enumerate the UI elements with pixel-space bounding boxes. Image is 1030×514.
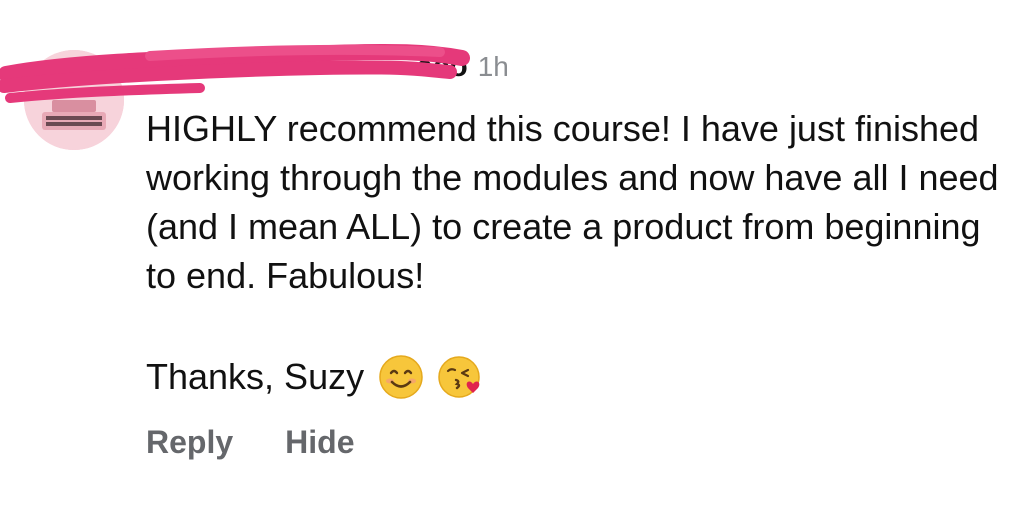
comment: eco 1h HIGHLY recommend this course! I h… [0, 0, 1030, 514]
author-name[interactable]: eco [146, 50, 468, 84]
comment-body: HIGHLY recommend this course! I have jus… [146, 108, 999, 296]
avatar[interactable] [24, 50, 124, 150]
signoff-text: Thanks, Suzy [146, 356, 365, 397]
comment-actions: Reply Hide [146, 424, 354, 461]
comment-signoff: Thanks, Suzy [146, 352, 484, 402]
reply-button[interactable]: Reply [146, 424, 233, 461]
timestamp[interactable]: 1h [478, 51, 509, 83]
hide-button[interactable]: Hide [285, 424, 354, 461]
typewriter-icon [24, 50, 124, 150]
blowing-kiss-icon [438, 354, 484, 400]
comment-header: eco 1h [146, 50, 509, 90]
smiling-face-icon [378, 354, 424, 400]
